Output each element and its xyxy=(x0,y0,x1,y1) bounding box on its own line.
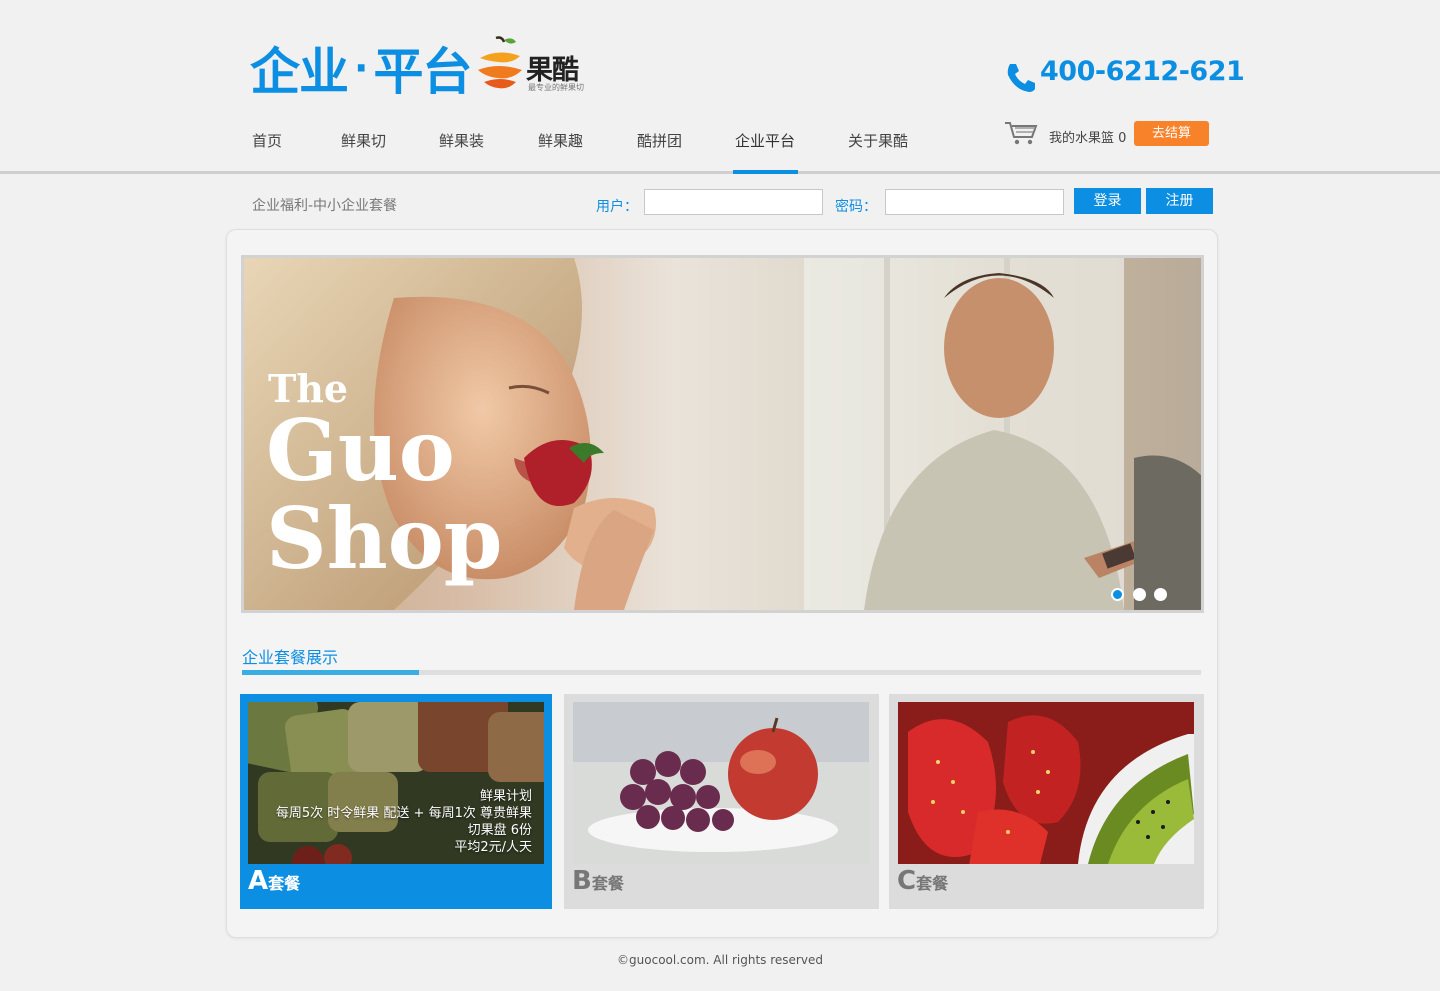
nav-item-enterprise[interactable]: 企业平台 xyxy=(735,130,795,151)
package-a-image: 鲜果计划 每周5次 时令鲜果 配送 + 每周1次 尊贵鲜果 切果盘 6份 平均2… xyxy=(248,702,544,864)
caption-line-3: 切果盘 6份 xyxy=(467,823,532,838)
package-letter: B xyxy=(572,866,592,896)
checkout-button[interactable]: 去结算 xyxy=(1134,121,1209,146)
caption-line-2: 每周5次 时令鲜果 配送 + 每周1次 尊贵鲜果 xyxy=(275,806,532,821)
section-title: 企业套餐展示 xyxy=(242,648,339,667)
brand-orange-icon xyxy=(478,36,522,89)
login-button[interactable]: 登录 xyxy=(1074,188,1141,214)
breadcrumb: 企业福利-中小企业套餐 xyxy=(252,198,398,214)
platform-title-separator: · xyxy=(354,46,368,90)
package-b-image xyxy=(573,702,869,864)
password-label: 密码： xyxy=(835,199,877,215)
section-divider-highlight xyxy=(242,670,419,675)
package-card-a[interactable]: 鲜果计划 每周5次 时令鲜果 配送 + 每周1次 尊贵鲜果 切果盘 6份 平均2… xyxy=(240,694,552,909)
nav-divider xyxy=(0,171,1440,174)
slide-dot-2[interactable] xyxy=(1133,588,1146,601)
strawberry-kiwi-photo xyxy=(898,702,1194,864)
nav-active-indicator xyxy=(733,170,798,174)
platform-title: 企业 · 平台 xyxy=(250,38,472,102)
nav-item-about[interactable]: 关于果酷 xyxy=(848,130,908,151)
cart-icon[interactable] xyxy=(1004,120,1038,146)
platform-title-left: 企业 xyxy=(250,43,349,101)
package-letter: A xyxy=(248,866,269,896)
package-b-label: B套餐 xyxy=(572,866,624,896)
banner-headline-shop: Shop xyxy=(266,489,503,588)
package-a-caption: 鲜果计划 每周5次 时令鲜果 配送 + 每周1次 尊贵鲜果 切果盘 6份 平均2… xyxy=(276,788,532,856)
nav-item-fresh-pack[interactable]: 鲜果装 xyxy=(439,130,484,151)
slide-dot-3[interactable] xyxy=(1154,588,1167,601)
cart-label: 我的水果篮 xyxy=(1049,131,1115,146)
nav-item-fresh-fun[interactable]: 鲜果趣 xyxy=(538,130,583,151)
username-input[interactable] xyxy=(644,189,823,215)
package-word: 套餐 xyxy=(591,874,624,893)
package-c-label: C套餐 xyxy=(897,866,948,896)
platform-title-right: 平台 xyxy=(373,43,472,101)
password-input[interactable] xyxy=(885,189,1064,215)
nav-item-fresh-cut[interactable]: 鲜果切 xyxy=(341,130,386,151)
package-c-image xyxy=(898,702,1194,864)
nav-item-group-buy[interactable]: 酷拼团 xyxy=(637,130,682,151)
package-word: 套餐 xyxy=(916,874,949,893)
register-button[interactable]: 注册 xyxy=(1146,188,1213,214)
cart-count: 0 xyxy=(1118,131,1127,146)
phone-icon xyxy=(1007,64,1035,92)
username-label: 用户： xyxy=(596,199,638,215)
banner-headline-guo: Guo xyxy=(266,401,455,500)
hero-banner[interactable]: The Guo Shop xyxy=(241,255,1204,613)
brand-slogan: 最专业的鲜果切 xyxy=(528,83,584,92)
caption-line-1: 鲜果计划 xyxy=(479,789,532,804)
caption-line-4: 平均2元/人天 xyxy=(454,840,532,855)
nav-item-home[interactable]: 首页 xyxy=(252,130,282,151)
footer-copyright: ©guocool.com. All rights reserved xyxy=(617,953,823,967)
grapes-apple-photo xyxy=(573,702,869,864)
package-card-c[interactable]: C套餐 xyxy=(889,694,1204,909)
hotline-number: 400-6212-621 xyxy=(1040,56,1245,87)
package-letter: C xyxy=(897,866,917,896)
slide-dot-1[interactable] xyxy=(1111,588,1124,601)
package-a-label: A套餐 xyxy=(248,866,300,896)
package-card-b[interactable]: B套餐 xyxy=(564,694,879,909)
cart-summary[interactable]: 我的水果篮 0 xyxy=(1049,127,1126,146)
brand-logo[interactable]: 果酷 最专业的鲜果切 xyxy=(474,34,604,94)
package-word: 套餐 xyxy=(268,874,301,893)
